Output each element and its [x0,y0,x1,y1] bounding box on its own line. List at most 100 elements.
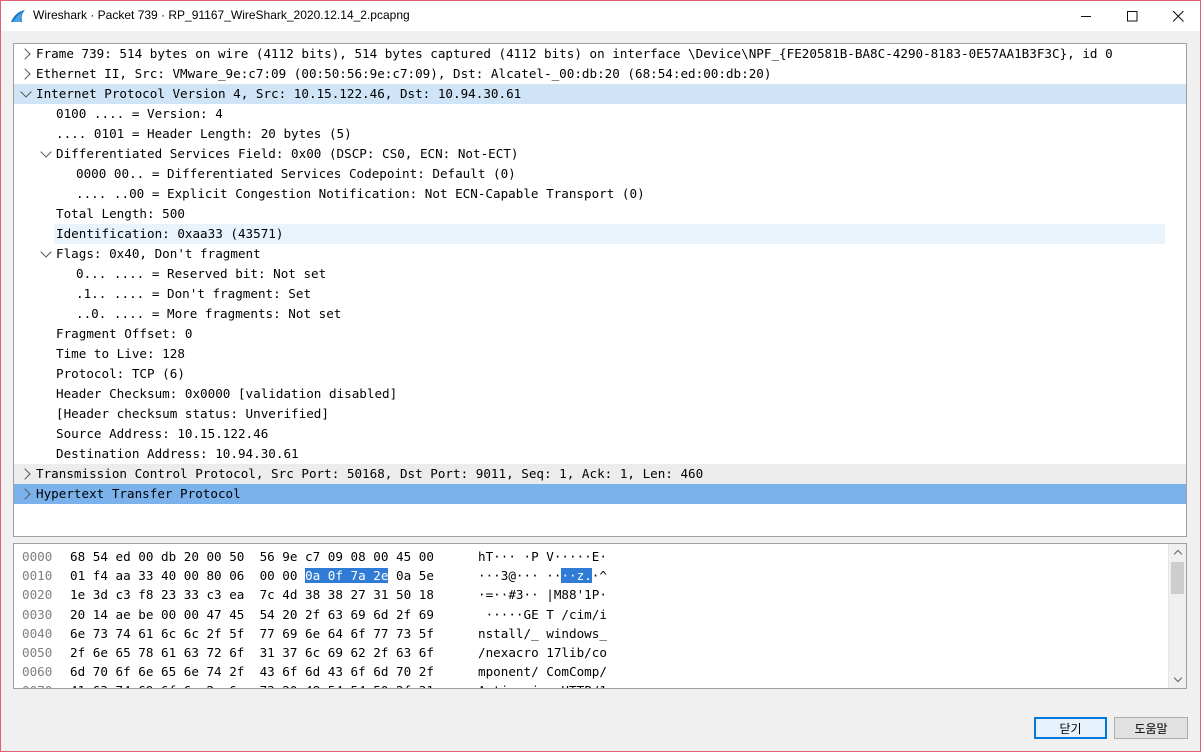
hex-group-a: 01 f4 aa 33 40 00 80 06 [70,568,245,584]
hex-group-a: 6e 73 74 61 6c 6c 2f 5f [70,625,245,641]
tree-row[interactable]: Time to Live: 128 [14,344,1186,364]
tree-row[interactable]: Internet Protocol Version 4, Src: 10.15.… [14,84,1186,104]
collapse-toggle[interactable] [19,464,32,484]
tree-row-label: Transmission Control Protocol, Src Port:… [36,466,704,481]
close-button[interactable]: 닫기 [1034,717,1107,739]
bytes-row[interactable]: 0010 01 f4 aa 33 40 00 80 06 00 00 0a 0f … [14,566,1170,585]
bytes-row[interactable]: 0040 6e 73 74 61 6c 6c 2f 5f 77 69 6e 64 … [14,624,1170,643]
ascii-group-b: ·^ [591,568,607,584]
ascii-group-b: windows_ [546,625,607,641]
hex-bytes: 01 f4 aa 33 40 00 80 06 00 00 0a 0f 7a 2… [70,566,434,585]
ascii-bytes: ·=··#3·· |M88'1P· [478,585,607,604]
hex-group-a: 1e 3d c3 f8 23 33 c3 ea [70,587,245,603]
tree-row[interactable]: Destination Address: 10.94.30.61 [14,444,1186,464]
tree-row[interactable]: Transmission Control Protocol, Src Port:… [14,464,1186,484]
hex-gap [244,626,259,641]
tree-row-label: Ethernet II, Src: VMware_9e:c7:09 (00:50… [36,66,772,81]
hex-group-b: 0a 5e [388,568,434,584]
ascii-bytes: mponent/ ComComp/ [478,662,607,681]
tree-row[interactable]: .... 0101 = Header Length: 20 bytes (5) [14,124,1186,144]
tree-row[interactable]: Hypertext Transfer Protocol [14,484,1186,504]
maximize-icon [1126,10,1137,21]
tree-row[interactable]: .... ..00 = Explicit Congestion Notifica… [14,184,1186,204]
tree-row[interactable]: ..0. .... = More fragments: Not set [14,304,1186,324]
window-close-button[interactable] [1155,1,1201,31]
collapse-toggle[interactable] [19,44,32,64]
tree-row[interactable]: Identification: 0xaa33 (43571) [14,224,1186,244]
hex-bytes: 1e 3d c3 f8 23 33 c3 ea 7c 4d 38 38 27 3… [70,585,434,604]
tree-row[interactable]: Protocol: TCP (6) [14,364,1186,384]
ascii-bytes: ·····GE T /cim/i [478,605,607,624]
chevron-down-icon [40,246,52,258]
scroll-down-button[interactable] [1169,671,1186,688]
minimize-button[interactable] [1063,1,1109,31]
tree-row[interactable]: Frame 739: 514 bytes on wire (4112 bits)… [14,44,1186,64]
ascii-group-a: nstall/_ [478,625,539,641]
hex-bytes: 6e 73 74 61 6c 6c 2f 5f 77 69 6e 64 6f 7… [70,624,434,643]
ascii-group-b: s HTTP/1 [546,683,607,688]
tree-row[interactable]: .1.. .... = Don't fragment: Set [14,284,1186,304]
hex-bytes: 41 63 74 69 6f 6e 2e 6a 73 20 48 54 54 5… [70,681,434,688]
byte-offset: 0070 [22,681,52,688]
ascii-group-a: ·=··#3·· [478,587,539,603]
expand-toggle[interactable] [40,244,52,264]
tree-row[interactable]: Ethernet II, Src: VMware_9e:c7:09 (00:50… [14,64,1186,84]
expand-toggle[interactable] [40,144,52,164]
hex-group-b: 7c 4d 38 38 27 31 50 18 [259,587,434,603]
bytes-row[interactable]: 0000 68 54 ed 00 db 20 00 50 56 9e c7 09 … [14,547,1170,566]
chevron-right-icon [19,468,31,480]
chevron-up-icon [1173,549,1182,559]
hex-gap [244,607,259,622]
tree-row-label: Total Length: 500 [56,206,185,221]
ascii-group-b: V·····E· [546,549,607,564]
tree-row-label: .... 0101 = Header Length: 20 bytes (5) [56,126,352,141]
tree-row[interactable]: Flags: 0x40, Don't fragment [14,244,1186,264]
tree-row[interactable]: Source Address: 10.15.122.46 [14,424,1186,444]
collapse-toggle[interactable] [19,64,32,84]
tree-row[interactable]: Header Checksum: 0x0000 [validation disa… [14,384,1186,404]
hex-gap [244,683,259,688]
tree-row-label: Hypertext Transfer Protocol [36,486,241,501]
chevron-down-icon [40,146,52,158]
tree-row[interactable]: 0000 00.. = Differentiated Services Code… [14,164,1186,184]
ascii-bytes: ···3@··· ····z.·^ [478,566,607,585]
hex-group-a: 68 54 ed 00 db 20 00 50 [70,549,245,564]
expand-toggle[interactable] [20,84,32,104]
help-button[interactable]: 도움말 [1114,717,1188,739]
tree-row[interactable]: [Header checksum status: Unverified] [14,404,1186,424]
tree-row[interactable]: Fragment Offset: 0 [14,324,1186,344]
bytes-row[interactable]: 0070 41 63 74 69 6f 6e 2e 6a 73 20 48 54 … [14,681,1170,688]
tree-row[interactable]: Total Length: 500 [14,204,1186,224]
bytes-row[interactable]: 0060 6d 70 6f 6e 65 6e 74 2f 43 6f 6d 43 … [14,662,1170,681]
bytes-row[interactable]: 0030 20 14 ae be 00 00 47 45 54 20 2f 63 … [14,605,1170,624]
chevron-down-icon [20,86,32,98]
tree-row[interactable]: Differentiated Services Field: 0x00 (DSC… [14,144,1186,164]
tree-row[interactable]: 0... .... = Reserved bit: Not set [14,264,1186,284]
hex-gap [244,645,259,660]
bytes-scrollbar[interactable] [1168,544,1186,688]
tree-row[interactable]: 0100 .... = Version: 4 [14,104,1186,124]
bytes-row[interactable]: 0020 1e 3d c3 f8 23 33 c3 ea 7c 4d 38 38 … [14,585,1170,604]
hex-gap [244,568,259,583]
collapse-toggle[interactable] [19,484,32,504]
tree-row-label: [Header checksum status: Unverified] [56,406,329,421]
scroll-thumb[interactable] [1171,562,1184,594]
packet-bytes-pane[interactable]: 0070 41 63 74 69 6f 6e 2e 6a 73 20 48 54 … [13,543,1187,689]
hex-group-b: 77 69 6e 64 6f 77 73 5f [259,625,434,641]
minimize-icon [1080,15,1091,17]
byte-offset: 0000 [22,549,53,564]
packet-detail-tree[interactable]: Frame 739: 514 bytes on wire (4112 bits)… [13,43,1187,537]
selected-bytes: 0a 0f 7a 2e [305,568,389,584]
ascii-bytes: nstall/_ windows_ [478,624,607,643]
byte-offset: 0020 [22,587,53,603]
scroll-up-button[interactable] [1169,544,1186,561]
maximize-button[interactable] [1109,1,1155,31]
bytes-row[interactable]: 0050 2f 6e 65 78 61 63 72 6f 31 37 6c 69 … [14,643,1170,662]
ascii-group-a: Action.j [478,683,539,688]
hex-group-a: 41 63 74 69 6f 6e 2e 6a [70,683,244,688]
ascii-bytes: /nexacro 17lib/co [478,643,607,662]
byte-offset: 0030 [22,606,53,622]
ascii-group-b: 17lib/co [546,645,607,660]
hex-group-b: 31 37 6c 69 62 2f 63 6f [259,645,434,660]
hex-group-b: 54 20 2f 63 69 6d 2f 69 [259,606,434,622]
